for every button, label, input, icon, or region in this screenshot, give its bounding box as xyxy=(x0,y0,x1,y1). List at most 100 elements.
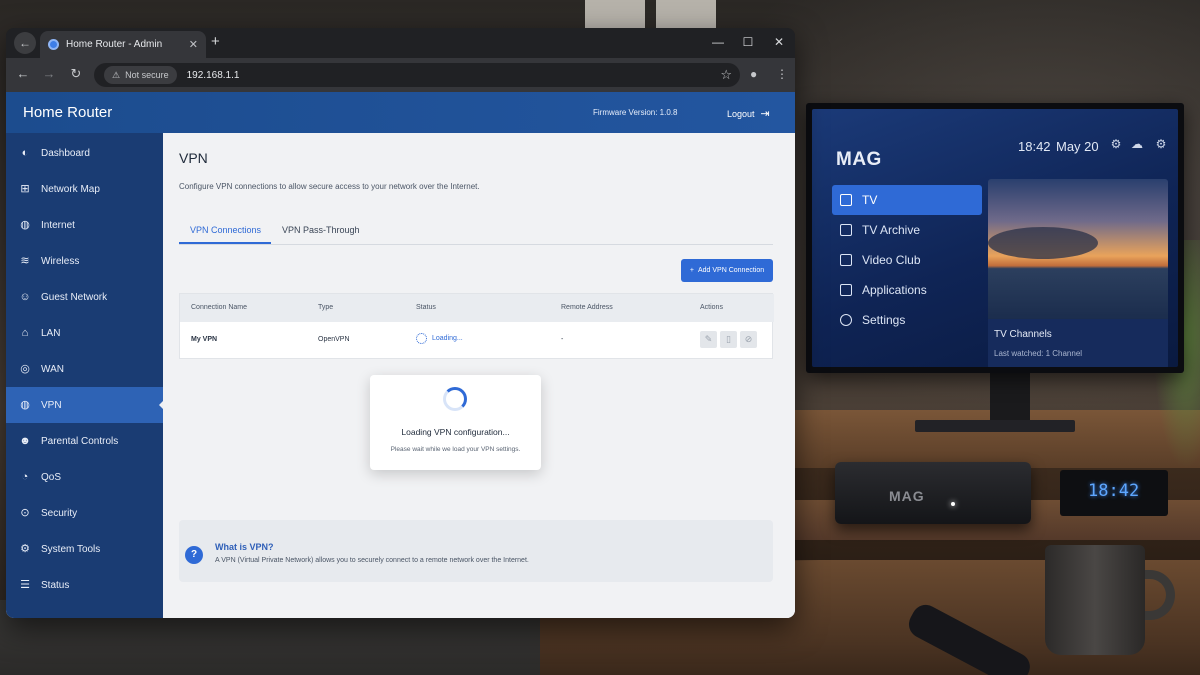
gear-icon xyxy=(840,314,852,326)
sidebar-item-label: Dashboard xyxy=(41,147,90,159)
reload-icon[interactable]: ↻ xyxy=(67,66,85,82)
tab-vpn-connections[interactable]: VPN Connections xyxy=(190,225,261,235)
sidebar-item-label: Internet xyxy=(41,219,75,231)
coffee-mug xyxy=(1045,545,1145,655)
minimize-icon[interactable]: — xyxy=(708,35,728,49)
router-admin-page: Home Router Firmware Version: 1.0.8 Logo… xyxy=(6,92,795,618)
active-tab-indicator xyxy=(179,242,271,244)
tv-gear-icon: ⚙ xyxy=(1110,137,1122,151)
tv-time: 18:42 xyxy=(1018,139,1051,154)
sidebar-item-network-map[interactable]: ⊞ Network Map xyxy=(6,171,163,207)
tab-title: Home Router - Admin xyxy=(66,39,163,50)
logout-button[interactable]: Logout ⇥ xyxy=(727,107,770,120)
tv-menu-label: Video Club xyxy=(862,253,921,267)
info-box: ? What is VPN? A VPN (Virtual Private Ne… xyxy=(179,520,773,582)
sidebar-item-label: QoS xyxy=(41,471,62,483)
sidebar-item-lan[interactable]: ⌂ LAN xyxy=(6,315,163,351)
sidebar-item-label: System Tools xyxy=(41,543,101,555)
close-window-icon[interactable]: ✕ xyxy=(769,35,789,49)
digital-clock: 18:42 xyxy=(1060,470,1168,516)
globe-icon: ◍ xyxy=(20,219,30,231)
security-indicator[interactable]: ⚠ Not secure xyxy=(104,66,177,84)
apps-grid-icon xyxy=(840,284,852,296)
dashboard-icon: ◐ xyxy=(21,147,29,159)
disable-icon[interactable]: ⊘ xyxy=(740,331,757,348)
profile-icon[interactable]: ● xyxy=(750,67,757,81)
add-button-label: Add VPN Connection xyxy=(697,267,765,274)
edit-icon[interactable]: ✎ xyxy=(700,331,717,348)
vpn-content: VPN Configure VPN connections to allow s… xyxy=(163,133,795,618)
sidebar-item-label: VPN xyxy=(41,399,62,411)
parental-icon: ☻ xyxy=(19,435,31,447)
sidebar-item-status[interactable]: ☰ Status xyxy=(6,567,163,603)
sidebar-item-label: LAN xyxy=(41,327,61,339)
sidebar-item-label: Network Map xyxy=(41,183,100,195)
wifi-icon: ≋ xyxy=(20,255,30,267)
router-brand: Home Router xyxy=(23,104,113,121)
sidebar-item-label: Guest Network xyxy=(41,291,108,303)
tv-cloud-icon: ☁ xyxy=(1131,137,1143,151)
tab-vpn-pass-through[interactable]: VPN Pass-Through xyxy=(282,225,360,235)
clock-display: 18:42 xyxy=(1088,481,1140,501)
sidebar-item-dashboard[interactable]: ◐ Dashboard xyxy=(6,135,163,171)
wan-icon: ◎ xyxy=(20,363,30,375)
sidebar-item-internet[interactable]: ◍ Internet xyxy=(6,207,163,243)
lan-icon: ⌂ xyxy=(21,327,29,339)
network-map-icon: ⊞ xyxy=(20,183,30,195)
question-icon: ? xyxy=(185,546,203,564)
tv-menu-label: Settings xyxy=(862,313,906,327)
sidebar-item-label: WAN xyxy=(41,363,64,375)
sidebar-item-label: Wireless xyxy=(41,255,80,267)
connection-status: Loading... xyxy=(416,333,463,344)
sidebar-item-qos[interactable]: ◔ QoS xyxy=(6,459,163,495)
security-label: Not secure xyxy=(125,70,169,80)
sidebar-item-vpn[interactable]: ◍ VPN xyxy=(6,387,164,423)
loading-spinner-icon xyxy=(416,333,427,344)
bookmark-star-icon[interactable]: ☆ xyxy=(720,67,732,83)
tv-channels-title: TV Channels xyxy=(994,329,1052,340)
sidebar-item-label: Security xyxy=(41,507,78,519)
firmware-version: Firmware Version: 1.0.8 xyxy=(593,108,678,117)
gear-icon: ⚙ xyxy=(20,543,30,555)
browser-tab[interactable]: Home Router - Admin ✕ xyxy=(40,31,206,58)
remote-address: - xyxy=(561,336,564,343)
tv-settings-icon: ⚙ xyxy=(1155,137,1167,151)
sidebar-item-wireless[interactable]: ≋ Wireless xyxy=(6,243,163,279)
info-text: A VPN (Virtual Private Network) allows y… xyxy=(215,557,529,564)
tv-screen: MAG 18:42 May 20 ⚙ ☁ ⚙ TV TV Archive Vid… xyxy=(812,109,1178,367)
delete-icon[interactable]: ▯ xyxy=(720,331,737,348)
tv-channel-preview: TV Channels Last watched: 1 Channel xyxy=(988,179,1168,367)
info-title: What is VPN? xyxy=(215,542,274,552)
guest-icon: ☺ xyxy=(19,291,31,303)
tab-search-icon[interactable]: ← xyxy=(14,32,36,54)
address-bar[interactable]: ⚠ Not secure 192.168.1.1 ☆ xyxy=(94,63,740,87)
tv-logo: MAG xyxy=(836,149,882,170)
vpn-tabs: VPN Connections VPN Pass-Through xyxy=(179,215,773,245)
tv-menu: TV TV Archive Video Club Applications Se… xyxy=(832,185,982,335)
tv-menu-label: Applications xyxy=(862,283,927,297)
sidebar-item-guest-network[interactable]: ☺ Guest Network xyxy=(6,279,163,315)
status-text: Loading... xyxy=(432,335,463,342)
qos-icon: ◔ xyxy=(21,471,29,483)
tv-menu-item-applications: Applications xyxy=(832,275,982,305)
url-text[interactable]: 192.168.1.1 xyxy=(187,70,240,81)
television: MAG 18:42 May 20 ⚙ ☁ ⚙ TV TV Archive Vid… xyxy=(806,103,1184,373)
sidebar-item-wan[interactable]: ◎ WAN xyxy=(6,351,163,387)
sidebar-item-system-tools[interactable]: ⚙ System Tools xyxy=(6,531,163,567)
close-tab-icon[interactable]: ✕ xyxy=(189,38,198,51)
new-tab-icon[interactable]: + xyxy=(211,33,220,50)
loading-dialog: Loading VPN configuration... Please wait… xyxy=(370,375,541,470)
loading-subtitle: Please wait while we load your VPN setti… xyxy=(390,446,521,453)
add-vpn-connection-button[interactable]: + Add VPN Connection xyxy=(681,259,773,282)
tv-menu-item-video-club: Video Club xyxy=(832,245,982,275)
forward-icon[interactable]: → xyxy=(40,66,58,81)
browser-menu-icon[interactable]: ⋮ xyxy=(776,67,788,81)
settop-box-label: MAG xyxy=(889,488,925,504)
browser-toolbar: ← → ↻ ⚠ Not secure 192.168.1.1 ☆ ● ⋮ xyxy=(6,58,795,92)
power-led xyxy=(951,502,955,506)
sidebar-item-security[interactable]: ⊙ Security xyxy=(6,495,163,531)
maximize-icon[interactable]: ☐ xyxy=(738,35,758,49)
back-icon[interactable]: ← xyxy=(14,66,32,81)
sidebar-item-parental-controls[interactable]: ☻ Parental Controls xyxy=(6,423,163,459)
loading-title: Loading VPN configuration... xyxy=(401,427,510,437)
